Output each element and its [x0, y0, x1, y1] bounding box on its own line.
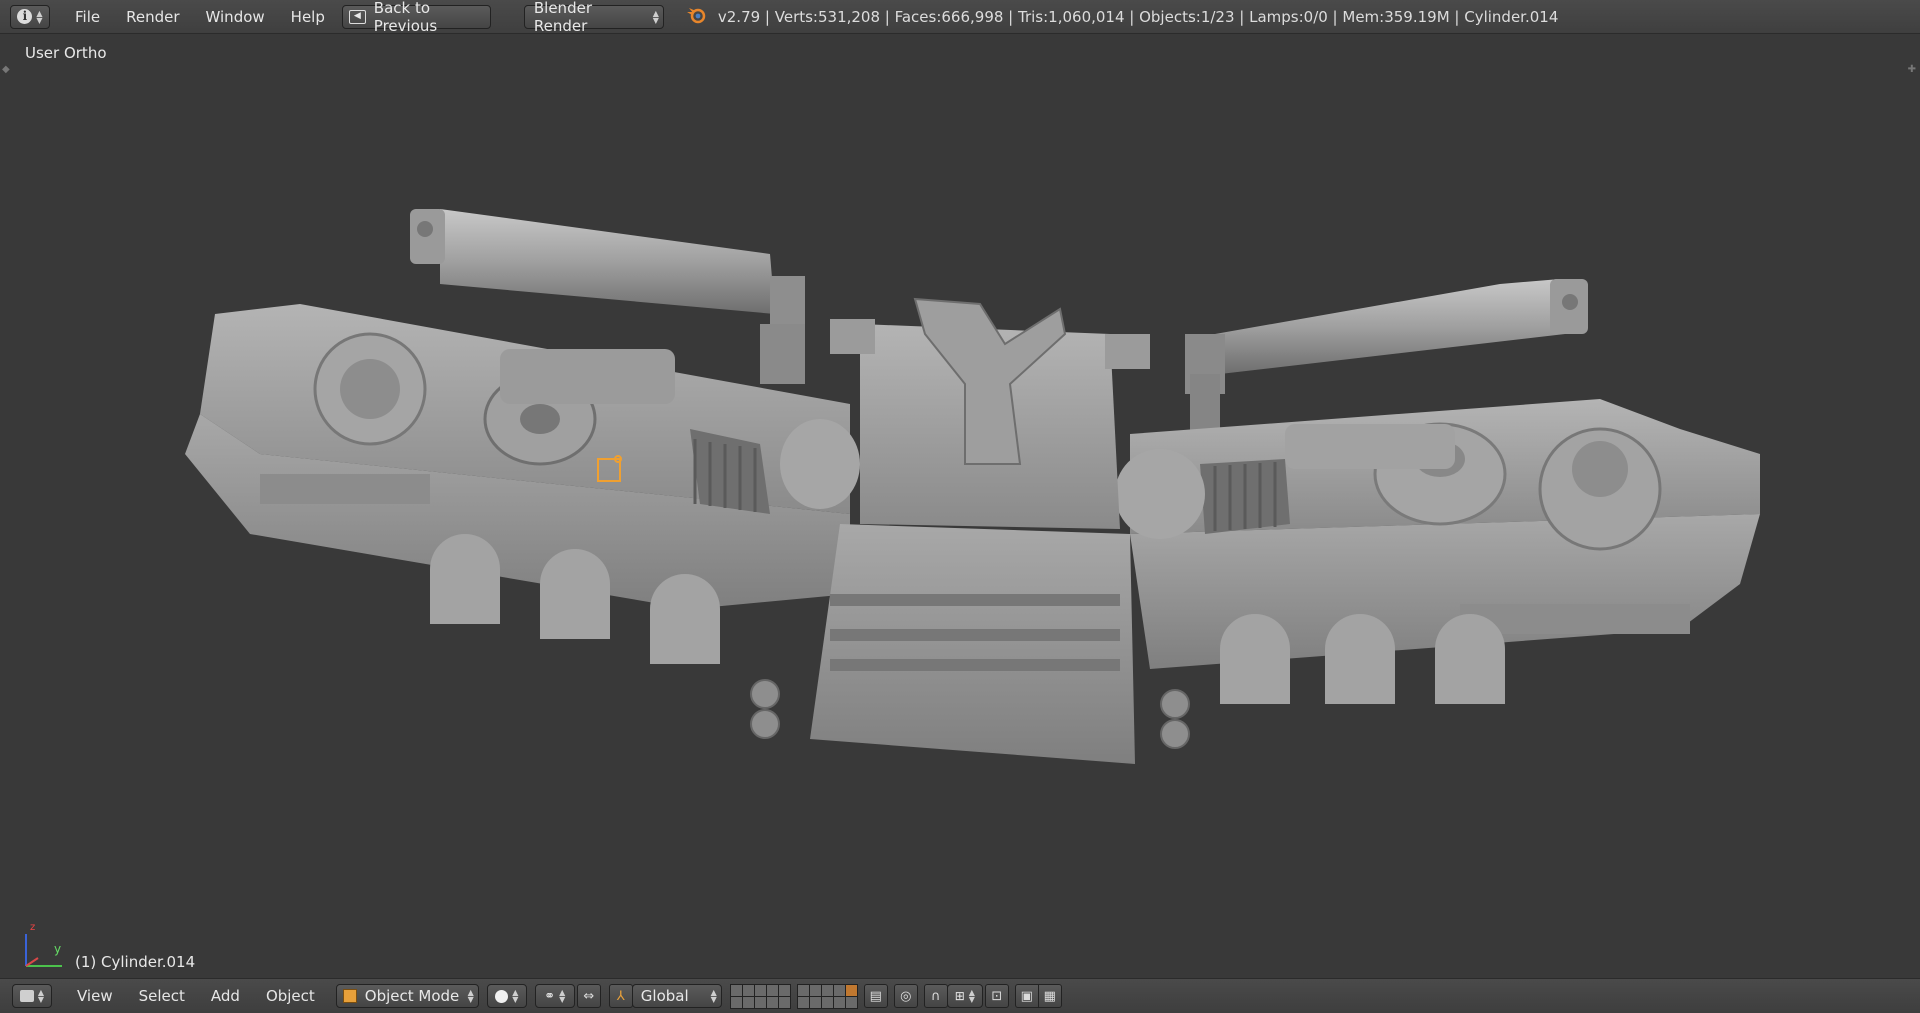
menu-help[interactable]: Help: [278, 0, 338, 34]
scene-statistics: v2.79 | Verts:531,208 | Faces:666,998 | …: [717, 7, 1559, 26]
menu-render[interactable]: Render: [113, 0, 192, 34]
snap-target-icon: ⊡: [991, 988, 1003, 1004]
updown-arrows-icon: ▲ ▼: [37, 988, 45, 1004]
updown-arrows-icon: ▲ ▼: [559, 988, 566, 1004]
3d-model-render[interactable]: [0, 34, 1920, 978]
right-hull: [1115, 399, 1760, 704]
menu-window[interactable]: Window: [193, 0, 278, 34]
orientation-label: Global: [640, 987, 689, 1005]
menu-select[interactable]: Select: [126, 979, 198, 1013]
object-mode-icon: [342, 989, 357, 1003]
solid-shading-icon: [495, 989, 509, 1003]
lock-icon: ▤: [869, 988, 882, 1004]
object-name-label: (1) Cylinder.014: [75, 953, 196, 971]
render-opengl-image-button[interactable]: ▣: [1014, 984, 1039, 1008]
manipulator-toggle-button[interactable]: ⇔: [576, 984, 601, 1008]
layers-grid-1[interactable]: [729, 983, 791, 1009]
render-engine-dropdown[interactable]: Blender Render ▲ ▼: [523, 0, 664, 35]
transform-orientation-icon-button[interactable]: ⅄: [608, 984, 633, 1008]
proportional-edit-button[interactable]: ◎: [893, 984, 918, 1008]
pivot-point-dropdown[interactable]: ⚭ ▲ ▼: [534, 984, 575, 1008]
menu-add[interactable]: Add: [198, 979, 253, 1013]
updown-arrows-icon: ▲ ▼: [968, 988, 975, 1004]
axis-y-label: y: [54, 942, 62, 956]
snap-toggle-button[interactable]: ∩: [923, 984, 948, 1008]
info-header: i ▲ ▼ File Render Window Help ◀ Back to P…: [0, 0, 1920, 35]
back-to-previous-button[interactable]: ◀ Back to Previous: [341, 0, 491, 35]
updown-arrows-icon: ▲ ▼: [467, 988, 474, 1004]
menu-view[interactable]: View: [64, 979, 126, 1013]
updown-arrows-icon: ▲ ▼: [36, 8, 43, 25]
snap-target-button[interactable]: ⊡: [984, 984, 1009, 1008]
updown-arrows-icon: ▲ ▼: [512, 988, 519, 1004]
magnet-icon: ∩: [931, 988, 941, 1004]
lock-camera-button[interactable]: ▤: [863, 984, 888, 1008]
render-engine-label: Blender Render: [533, 0, 592, 35]
transform-orientation-dropdown[interactable]: Global ▲ ▼: [631, 984, 722, 1008]
proportional-edit-icon: ◎: [900, 988, 912, 1004]
viewport-shading-dropdown[interactable]: ▲ ▼: [486, 984, 527, 1008]
snap-element-dropdown[interactable]: ⊞ ▲ ▼: [946, 984, 983, 1008]
back-icon: ◀: [348, 9, 366, 24]
camera-icon: ▣: [1020, 988, 1033, 1004]
info-icon: i: [17, 9, 33, 24]
orientation-axes-icon: ⅄: [616, 988, 625, 1004]
menu-file[interactable]: File: [62, 0, 113, 34]
mode-dropdown[interactable]: Object Mode ▲ ▼: [335, 984, 479, 1008]
editor-type-3d-button[interactable]: ▲ ▼: [12, 984, 52, 1008]
menu-object[interactable]: Object: [253, 979, 328, 1013]
3d-view-icon: [19, 990, 34, 1002]
layers-grid-2[interactable]: [796, 983, 858, 1009]
axis-z-label: z: [30, 922, 36, 933]
updown-arrows-icon: ▲ ▼: [710, 988, 717, 1004]
manipulator-icon: ⇔: [583, 988, 595, 1004]
left-hull: [185, 304, 860, 664]
clapperboard-icon: ▦: [1043, 988, 1056, 1004]
3d-viewport[interactable]: User Ortho ◆ ✚ z y (1) Cylinder.014: [0, 34, 1920, 978]
snap-increment-icon: ⊞: [954, 989, 965, 1003]
mode-label: Object Mode: [364, 987, 460, 1005]
editor-type-info-button[interactable]: i ▲ ▼: [10, 4, 50, 29]
render-opengl-animation-button[interactable]: ▦: [1037, 984, 1062, 1008]
3d-view-header: ▲ ▼ View Select Add Object Object Mode ▲ ▼…: [0, 978, 1920, 1013]
pivot-icon: ⚭: [544, 988, 556, 1004]
blender-logo-icon: [686, 6, 706, 28]
updown-arrows-icon: ▲ ▼: [652, 8, 659, 25]
back-to-previous-label: Back to Previous: [373, 0, 438, 35]
